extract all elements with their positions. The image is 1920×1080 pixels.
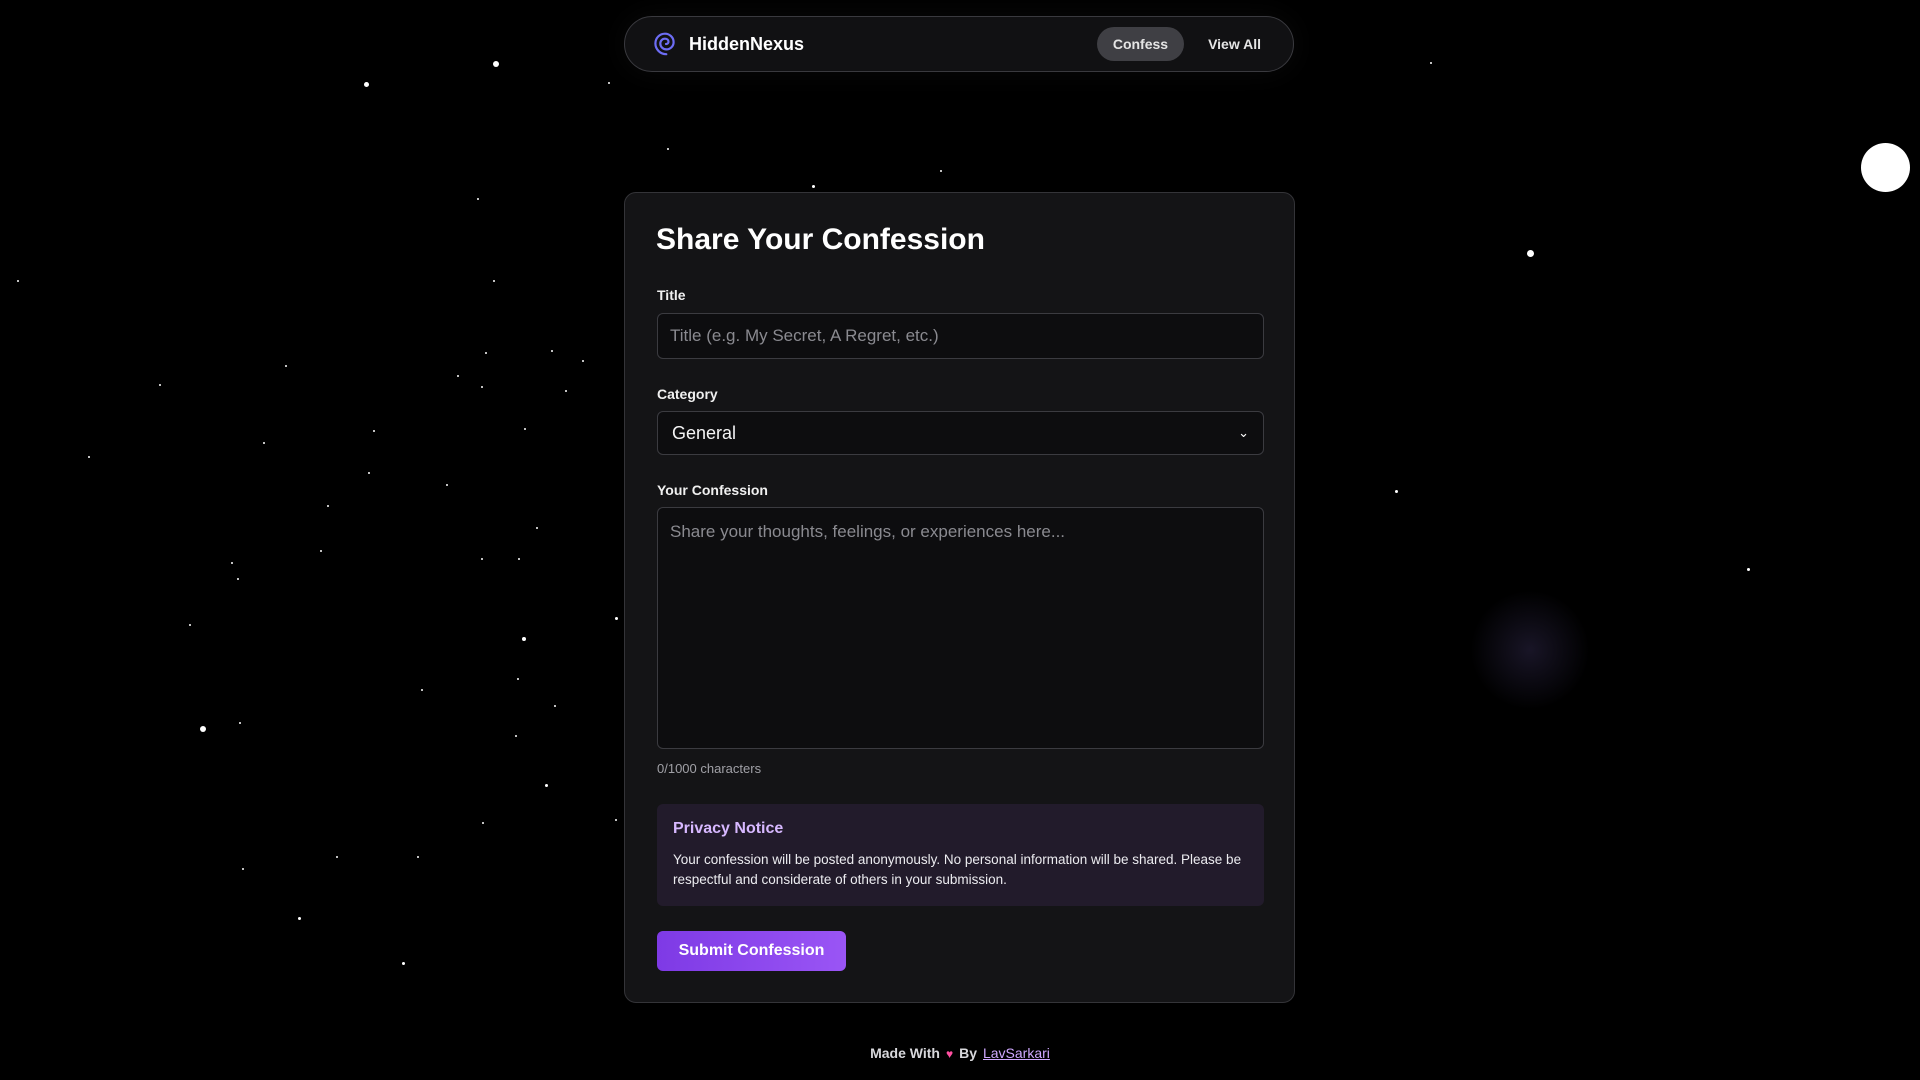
character-counter: 0/1000 characters: [657, 761, 762, 776]
footer-by: By: [959, 1045, 977, 1061]
privacy-notice-title: Privacy Notice: [673, 820, 784, 837]
author-link[interactable]: LavSarkari: [983, 1045, 1050, 1061]
title-label: Title: [657, 287, 686, 303]
title-input[interactable]: [657, 313, 1264, 359]
moon: [1861, 143, 1910, 192]
confession-form-card: Share Your Confession Title Category Gen…: [624, 192, 1295, 1003]
privacy-notice-text: Your confession will be posted anonymous…: [673, 852, 1242, 887]
submit-confession-button[interactable]: Submit Confession: [657, 931, 846, 971]
heart-icon: ♥: [945, 1047, 954, 1061]
confession-label: Your Confession: [657, 482, 768, 498]
brand-name: HiddenNexus: [689, 33, 805, 54]
category-selected-value: General: [672, 422, 737, 443]
privacy-notice: Privacy Notice Your confession will be p…: [657, 804, 1264, 906]
footer-made-with: Made With: [870, 1045, 940, 1061]
nav-link-confess[interactable]: Confess: [1096, 27, 1185, 61]
spiral-icon: [654, 32, 675, 56]
nav-link-view-all[interactable]: View All: [1192, 27, 1277, 61]
footer: Made With ♥ By LavSarkari: [0, 1045, 1920, 1061]
form-heading: Share Your Confession: [656, 223, 985, 256]
brand[interactable]: HiddenNexus: [653, 31, 804, 57]
nav-links: Confess View All: [1096, 27, 1277, 61]
top-navbar: HiddenNexus Confess View All: [624, 16, 1294, 72]
chevron-down-icon: ⌄: [1238, 425, 1249, 440]
category-select[interactable]: General ⌄: [657, 411, 1264, 455]
category-label: Category: [657, 386, 718, 402]
confession-textarea[interactable]: [657, 507, 1264, 749]
